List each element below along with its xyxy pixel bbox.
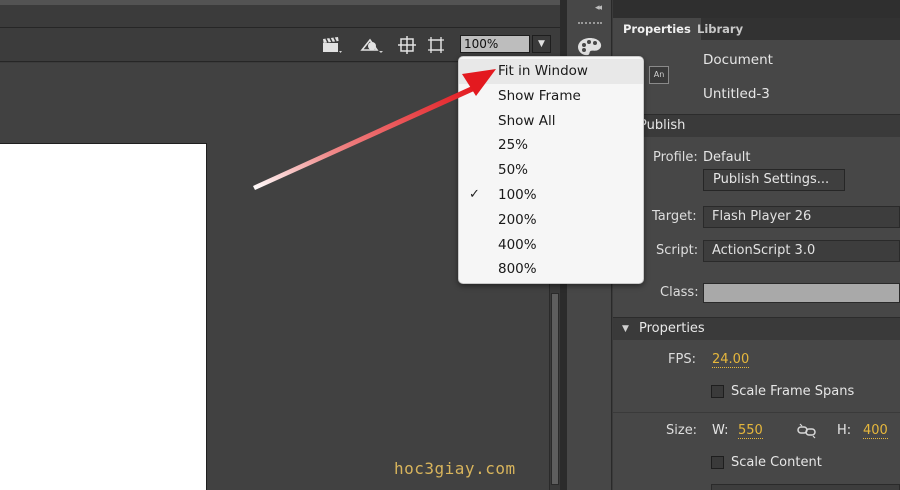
zoom-menu-item[interactable]: ✓ 100% bbox=[459, 183, 643, 208]
scale-frame-spans-label: Scale Frame Spans bbox=[731, 384, 855, 399]
document-name: Untitled-3 bbox=[703, 86, 770, 102]
transform-tool-icon[interactable] bbox=[360, 36, 383, 54]
publish-settings-button[interactable]: Publish Settings... bbox=[703, 169, 845, 191]
tab-library[interactable]: Library bbox=[687, 18, 753, 40]
palette-icon[interactable] bbox=[577, 37, 603, 57]
clapperboard-icon[interactable] bbox=[322, 36, 342, 54]
zoom-menu-item-label: 200% bbox=[498, 211, 537, 228]
zoom-menu-item[interactable]: Show Frame bbox=[459, 84, 643, 109]
scale-content-checkbox[interactable] bbox=[711, 456, 724, 469]
stage-color-control[interactable] bbox=[711, 484, 900, 490]
zoom-menu-item-label: Show All bbox=[498, 112, 556, 129]
zoom-menu-item[interactable]: Fit in Window bbox=[459, 59, 643, 84]
zoom-menu-item[interactable]: 400% bbox=[459, 233, 643, 258]
publish-section-header[interactable]: ▼ Publish bbox=[613, 114, 900, 137]
scale-frame-spans-checkbox[interactable] bbox=[711, 385, 724, 398]
scale-content-label: Scale Content bbox=[731, 455, 822, 470]
zoom-input[interactable]: 100% bbox=[460, 35, 530, 53]
link-icon[interactable] bbox=[797, 423, 817, 439]
profile-label: Profile: bbox=[653, 150, 698, 165]
panel-header-strip bbox=[613, 0, 900, 18]
clip-stage-icon[interactable] bbox=[426, 36, 446, 54]
disclosure-triangle-icon: ▼ bbox=[622, 324, 629, 334]
fps-value[interactable]: 24.00 bbox=[712, 352, 750, 368]
zoom-menu-item-label: 50% bbox=[498, 162, 529, 179]
flash-workspace: 100% ▼ hoc3giay.com ◂◂ Properties Librar… bbox=[0, 0, 900, 490]
zoom-menu-item[interactable]: Show All bbox=[459, 109, 643, 134]
publish-section-title: Publish bbox=[639, 118, 686, 133]
properties-section-header[interactable]: ▼ Properties bbox=[613, 317, 900, 340]
stage-canvas[interactable] bbox=[0, 143, 207, 490]
script-label: Script: bbox=[656, 243, 699, 258]
collapse-panel-icon[interactable]: ◂◂ bbox=[595, 3, 602, 13]
class-input[interactable] bbox=[703, 283, 900, 303]
zoom-menu-item-label: Show Frame bbox=[498, 87, 581, 104]
target-label: Target: bbox=[652, 209, 697, 224]
zoom-menu-item-label: Fit in Window bbox=[498, 63, 588, 79]
scrollbar-thumb[interactable] bbox=[551, 293, 559, 485]
section-separator bbox=[613, 412, 900, 413]
document-icon: An bbox=[649, 66, 669, 84]
height-label: H: bbox=[837, 423, 852, 438]
profile-value: Default bbox=[703, 150, 751, 165]
width-value[interactable]: 550 bbox=[738, 423, 763, 439]
properties-panel: Properties Library An Document Untitled-… bbox=[613, 0, 900, 490]
checkmark-icon: ✓ bbox=[469, 186, 480, 202]
document-type-label: Document bbox=[703, 52, 773, 68]
zoom-menu-item[interactable]: 800% bbox=[459, 257, 643, 282]
properties-section-title: Properties bbox=[639, 321, 705, 336]
zoom-menu-item-label: 800% bbox=[498, 261, 537, 278]
chevron-down-icon: ▼ bbox=[538, 39, 545, 49]
zoom-dropdown-button[interactable]: ▼ bbox=[532, 35, 551, 53]
zoom-menu-item[interactable]: 200% bbox=[459, 208, 643, 233]
fps-label: FPS: bbox=[668, 352, 696, 367]
script-select[interactable]: ActionScript 3.0 bbox=[703, 240, 900, 262]
width-label: W: bbox=[712, 423, 729, 438]
zoom-menu-item-label: 25% bbox=[498, 137, 529, 154]
height-value[interactable]: 400 bbox=[863, 423, 888, 439]
target-select[interactable]: Flash Player 26 bbox=[703, 206, 900, 228]
class-label: Class: bbox=[660, 285, 699, 300]
panel-tabs: Properties Library bbox=[613, 18, 900, 40]
zoom-menu-item-label: 400% bbox=[498, 236, 537, 253]
stage-title-strip bbox=[0, 0, 560, 5]
grip-icon[interactable] bbox=[578, 22, 602, 26]
watermark: hoc3giay.com bbox=[394, 459, 516, 478]
size-label: Size: bbox=[666, 423, 698, 438]
crosshair-icon[interactable] bbox=[397, 36, 417, 54]
zoom-menu-item-label: 100% bbox=[498, 186, 537, 203]
zoom-menu-item[interactable]: 25% bbox=[459, 133, 643, 158]
zoom-menu-item[interactable]: 50% bbox=[459, 158, 643, 183]
zoom-menu: Fit in Window Show Frame Show All 25% 50% ✓ 10… bbox=[458, 56, 644, 284]
